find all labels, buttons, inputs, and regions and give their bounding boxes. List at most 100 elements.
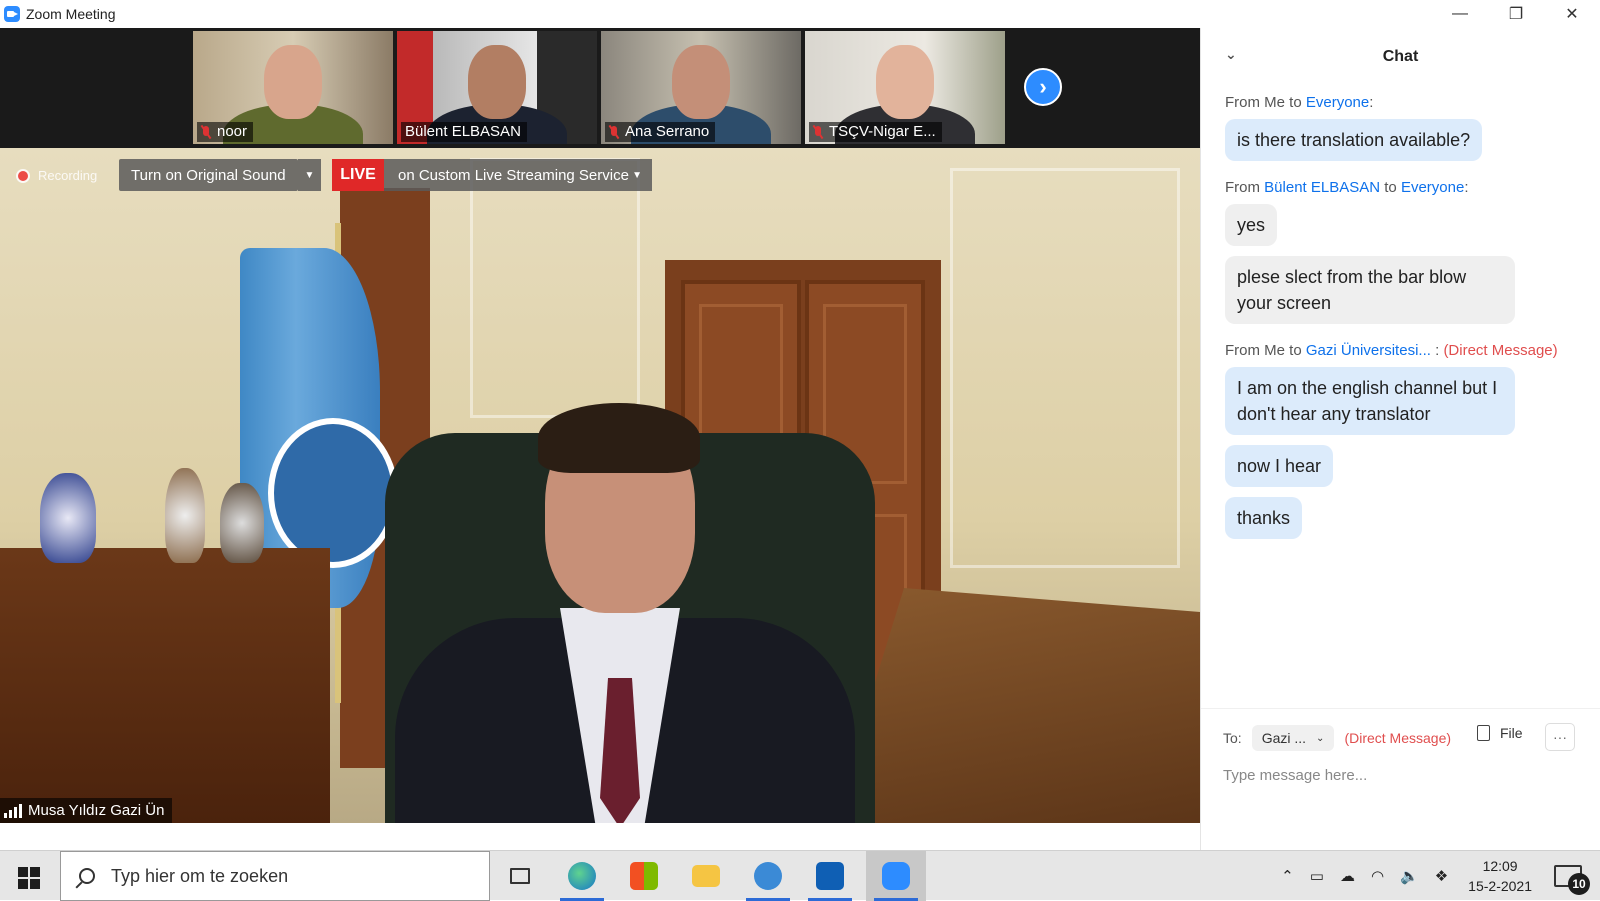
message-sender-line: From Me to Everyone: <box>1225 94 1576 111</box>
university-seal <box>268 418 398 568</box>
participant-name: Ana Serrano <box>625 123 710 140</box>
sender-suffix: : <box>1430 342 1444 359</box>
record-icon <box>16 168 30 183</box>
speaker-name: Musa Yıldız Gazi Ün <box>28 802 165 819</box>
video-area: noor Bülent ELBASAN Ana Serrano TSÇV-Nig… <box>0 28 1200 823</box>
sender-from: Me <box>1264 94 1286 111</box>
recipient-row: To: Gazi ... ⌄ (Direct Message) <box>1223 725 1451 751</box>
edge-icon[interactable] <box>552 851 612 901</box>
recipient-select[interactable]: Gazi ... ⌄ <box>1251 725 1335 751</box>
chat-title: Chat <box>1382 48 1419 65</box>
sender-from-prefix: From <box>1225 94 1265 111</box>
close-icon[interactable]: ✕ <box>1544 0 1600 28</box>
chat-message-bubble: now I hear <box>1225 445 1334 487</box>
chat-header: ⌄ Chat <box>1201 28 1600 86</box>
file-button[interactable]: File <box>1477 725 1523 741</box>
file-explorer-icon[interactable] <box>676 851 736 901</box>
volume-icon[interactable]: 🔈 <box>1400 867 1419 885</box>
participant-name-tag: noor <box>197 122 254 142</box>
taskbar-search[interactable]: Typ hier om te zoeken <box>60 851 490 901</box>
mic-muted-icon <box>813 125 823 139</box>
sender-from[interactable]: Bülent ELBASAN <box>1264 179 1380 196</box>
sender-from: Me <box>1264 342 1286 359</box>
dropbox-icon[interactable]: ❖ <box>1435 867 1448 885</box>
chevron-down-icon: ⌄ <box>1316 732 1325 744</box>
participant-name-tag: TSÇV-Nigar E... <box>809 122 942 142</box>
speaker-hair <box>538 403 700 473</box>
message-sender-line: From Bülent ELBASAN to Everyone: <box>1225 179 1576 196</box>
wifi-icon[interactable]: ◠ <box>1371 867 1384 885</box>
caret-down-icon: ▼ <box>632 169 642 181</box>
recipient-value: Gazi ... <box>1261 730 1307 746</box>
caret-down-icon: ▼ <box>304 169 315 181</box>
live-streaming-button[interactable]: on Custom Live Streaming Service ▼ <box>384 159 652 191</box>
message-input[interactable]: Type message here... <box>1223 767 1367 784</box>
clock-date: 15-2-2021 <box>1468 878 1532 894</box>
sender-dm: (Direct Message) <box>1443 342 1558 359</box>
mail-icon[interactable] <box>738 851 798 901</box>
search-placeholder: Typ hier om te zoeken <box>111 865 289 886</box>
sender-to[interactable]: Everyone <box>1306 94 1369 111</box>
restore-icon[interactable]: ❐ <box>1488 0 1544 28</box>
store-icon[interactable] <box>614 851 674 901</box>
sender-to-prefix: to <box>1285 342 1306 359</box>
wall-panel <box>950 168 1180 568</box>
chat-message-bubble: plese slect from the bar blow your scree… <box>1225 256 1515 324</box>
chat-message-bubble: is there translation available? <box>1225 119 1483 161</box>
sender-suffix: : <box>1369 94 1374 111</box>
next-page-button[interactable]: › <box>1024 68 1062 106</box>
clock[interactable]: 12:09 15-2-2021 <box>1468 856 1532 896</box>
cabinet <box>0 548 330 823</box>
zoom-logo-icon <box>4 6 20 22</box>
minimize-icon[interactable]: — <box>1432 0 1488 28</box>
chat-message-bubble: thanks <box>1225 497 1303 539</box>
original-sound-dropdown[interactable]: ▼ <box>298 159 321 191</box>
notification-count: 10 <box>1568 873 1590 895</box>
participant-thumbnail[interactable]: Bülent ELBASAN <box>397 31 597 144</box>
chevron-up-icon[interactable]: ⌃ <box>1281 867 1294 885</box>
live-streaming-label: on Custom Live Streaming Service <box>398 166 629 184</box>
message-sender-line: From Me to Gazi Üniversitesi... : (Direc… <box>1225 342 1576 359</box>
chevron-right-icon: › <box>1039 74 1047 99</box>
cloud-icon[interactable]: ☁ <box>1340 867 1355 885</box>
message-list: From Me to Everyone: is there translation… <box>1201 94 1600 549</box>
active-speaker-video: Recording Turn on Original Sound ▼ LIVE … <box>0 148 1200 823</box>
participant-name: noor <box>217 123 248 140</box>
original-sound-button[interactable]: Turn on Original Sound <box>119 159 298 191</box>
file-icon <box>1477 725 1490 741</box>
outlook-icon[interactable] <box>800 851 860 901</box>
file-label: File <box>1500 725 1523 741</box>
vase <box>220 483 264 563</box>
participant-thumbnail[interactable]: Ana Serrano <box>601 31 801 144</box>
search-icon <box>79 868 95 884</box>
participant-name-tag: Bülent ELBASAN <box>401 122 527 142</box>
clock-time: 12:09 <box>1482 858 1518 874</box>
battery-icon[interactable]: ▭ <box>1310 867 1324 885</box>
live-badge[interactable]: LIVE <box>332 159 384 191</box>
participant-thumbnail[interactable]: noor <box>193 31 393 144</box>
recording-indicator: Recording <box>16 168 97 183</box>
title-bar: Zoom Meeting <box>0 0 1200 28</box>
system-tray: ⌃ ▭ ☁ ◠ 🔈 ❖ 12:09 15-2-2021 10 <box>1273 851 1600 901</box>
notification-icon[interactable]: 10 <box>1554 865 1590 895</box>
chevron-down-icon[interactable]: ⌄ <box>1225 46 1237 63</box>
task-view-icon[interactable] <box>490 851 550 901</box>
speaker-name-tag: Musa Yıldız Gazi Ün <box>0 798 173 823</box>
zoom-icon[interactable] <box>866 851 926 901</box>
sender-to-prefix: to <box>1380 179 1401 196</box>
more-options-button[interactable]: ··· <box>1545 723 1575 751</box>
sender-to[interactable]: Everyone <box>1401 179 1464 196</box>
sender-to[interactable]: Gazi Üniversitesi... <box>1306 342 1431 359</box>
direct-message-label: (Direct Message) <box>1344 730 1452 746</box>
sender-from-prefix: From <box>1225 342 1265 359</box>
wall-panel <box>470 158 640 418</box>
sender-from-prefix: From <box>1225 179 1265 196</box>
participant-thumbnail[interactable]: TSÇV-Nigar E... <box>805 31 1005 144</box>
vase <box>165 468 205 563</box>
recording-label: Recording <box>38 168 98 183</box>
chat-message-bubble: yes <box>1225 204 1278 246</box>
sender-to-prefix: to <box>1285 94 1306 111</box>
windows-start-icon[interactable] <box>18 867 40 889</box>
to-label: To: <box>1223 730 1242 746</box>
participant-name: Bülent ELBASAN <box>405 123 521 140</box>
